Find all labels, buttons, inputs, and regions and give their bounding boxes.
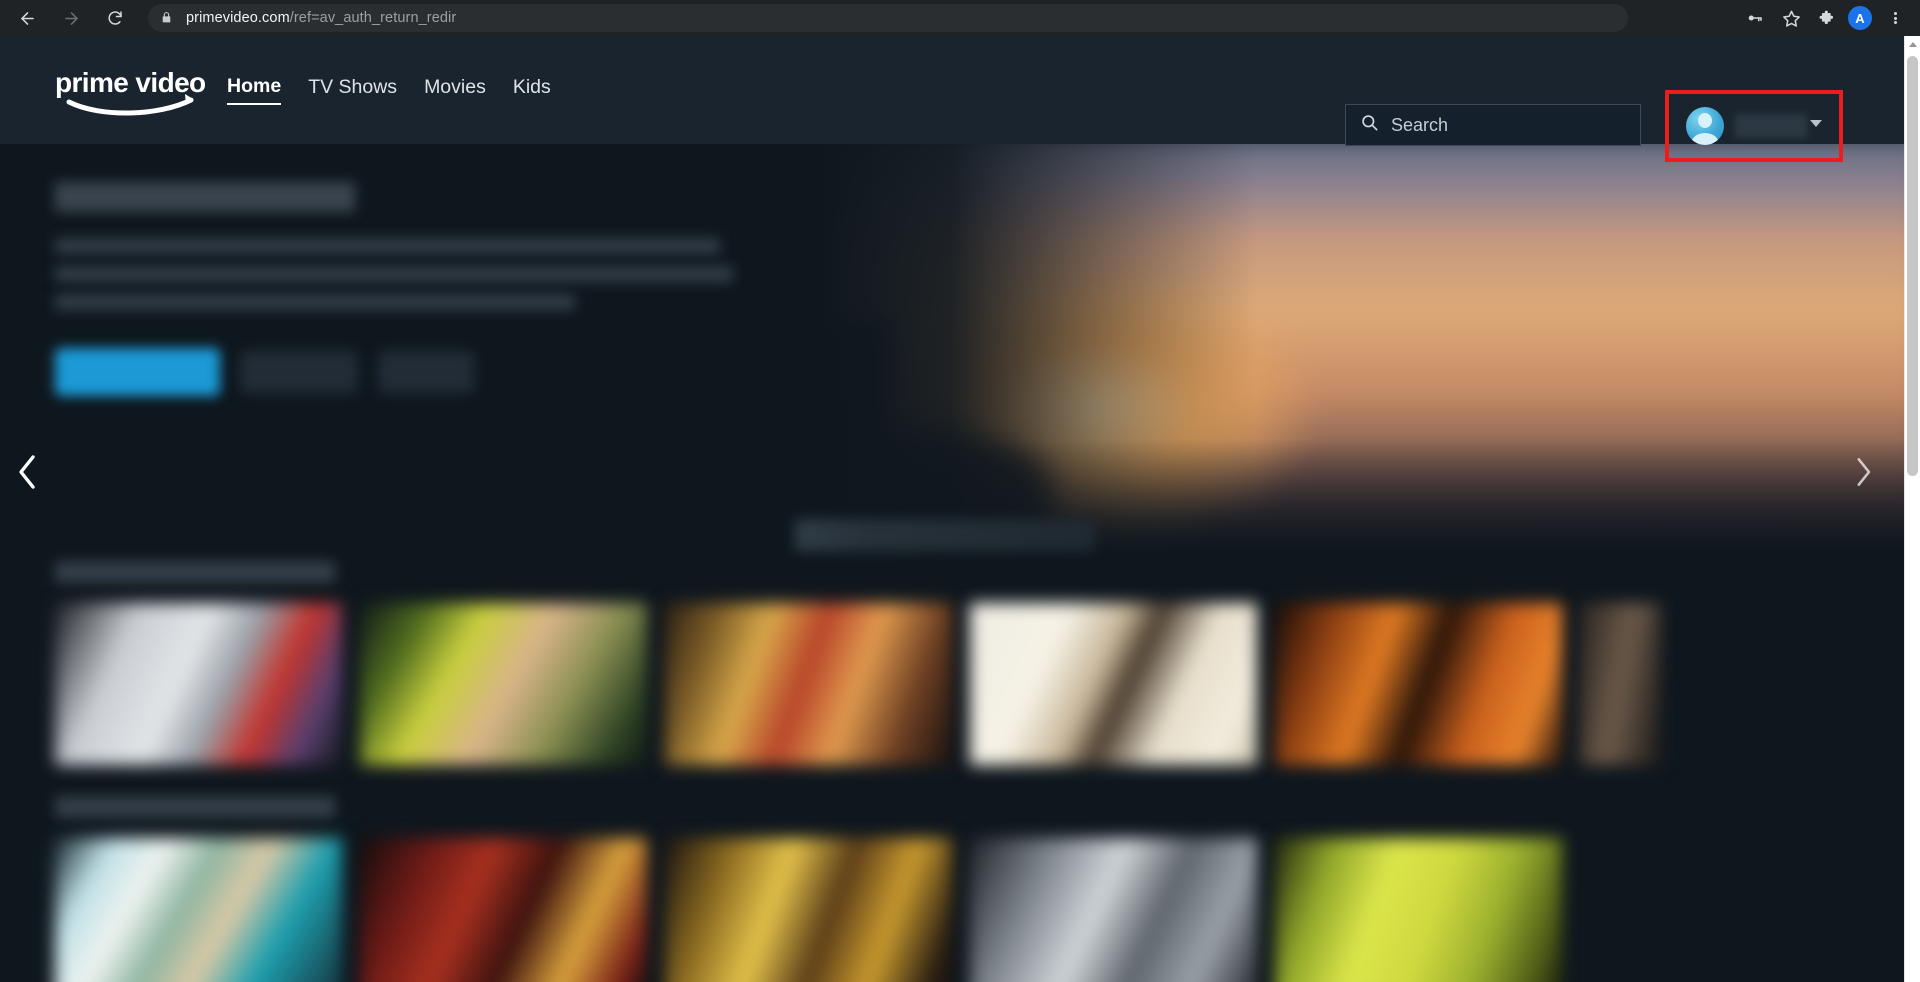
back-arrow-icon[interactable] bbox=[12, 3, 42, 33]
hero-action-buttons bbox=[55, 348, 895, 396]
search-placeholder: Search bbox=[1391, 114, 1449, 135]
title-card[interactable] bbox=[1580, 603, 1660, 765]
hero-description-line bbox=[55, 238, 720, 254]
lock-icon bbox=[160, 11, 174, 25]
title-card[interactable] bbox=[1275, 838, 1562, 982]
chrome-profile-avatar[interactable]: A bbox=[1848, 6, 1872, 30]
url-path: /ref=av_auth_return_redir bbox=[289, 10, 457, 26]
play-button[interactable] bbox=[55, 348, 220, 396]
info-button[interactable] bbox=[378, 351, 474, 393]
key-icon[interactable] bbox=[1740, 3, 1770, 33]
title-card[interactable] bbox=[970, 838, 1257, 982]
title-card[interactable] bbox=[55, 838, 342, 982]
content-row-1 bbox=[0, 561, 1904, 811]
browser-toolbar: primevideo.com/ref=av_auth_return_redir … bbox=[0, 0, 1920, 36]
page-scrollbar[interactable] bbox=[1904, 36, 1920, 982]
page-viewport: prime video Home TV Shows Movies Kids Se… bbox=[0, 36, 1904, 982]
hero-title bbox=[55, 182, 355, 212]
svg-text:prime video: prime video bbox=[55, 67, 205, 98]
url-host: primevideo.com bbox=[186, 10, 290, 26]
content-row-2 bbox=[0, 796, 1904, 982]
hero-badge bbox=[795, 519, 1095, 551]
chevron-right-icon[interactable] bbox=[1840, 442, 1886, 502]
nav-item-tv-shows[interactable]: TV Shows bbox=[308, 76, 397, 104]
card-carousel bbox=[55, 838, 1562, 982]
profile-menu[interactable] bbox=[1672, 98, 1836, 154]
row-title bbox=[55, 796, 335, 818]
search-box[interactable]: Search bbox=[1345, 104, 1641, 146]
title-card[interactable] bbox=[1275, 603, 1562, 765]
row-title bbox=[55, 561, 335, 583]
title-card[interactable] bbox=[665, 838, 952, 982]
address-bar[interactable]: primevideo.com/ref=av_auth_return_redir bbox=[148, 4, 1628, 32]
browser-toolbar-actions: A bbox=[1740, 0, 1920, 36]
hero-content bbox=[55, 182, 895, 396]
url-text: primevideo.com/ref=av_auth_return_redir bbox=[186, 10, 456, 26]
reload-icon[interactable] bbox=[100, 3, 130, 33]
title-card[interactable] bbox=[665, 603, 952, 765]
scroll-up-arrow-icon[interactable] bbox=[1905, 36, 1920, 53]
site-header: prime video Home TV Shows Movies Kids Se… bbox=[0, 36, 1904, 146]
title-card[interactable] bbox=[970, 603, 1257, 765]
title-card[interactable] bbox=[55, 603, 342, 765]
user-avatar-icon bbox=[1686, 107, 1724, 145]
prime-video-logo[interactable]: prime video bbox=[55, 62, 205, 118]
nav-item-kids[interactable]: Kids bbox=[513, 76, 551, 104]
card-carousel bbox=[55, 603, 1660, 765]
chevron-down-icon[interactable] bbox=[1810, 120, 1822, 127]
nav-item-home[interactable]: Home bbox=[227, 75, 282, 105]
star-icon[interactable] bbox=[1776, 3, 1806, 33]
title-card[interactable] bbox=[360, 603, 647, 765]
nav-item-movies[interactable]: Movies bbox=[424, 76, 486, 104]
chevron-left-icon[interactable] bbox=[4, 442, 50, 502]
kebab-menu-icon[interactable] bbox=[1880, 3, 1910, 33]
title-card[interactable] bbox=[360, 838, 647, 982]
puzzle-icon[interactable] bbox=[1812, 3, 1842, 33]
site-nav: Home TV Shows Movies Kids bbox=[227, 75, 551, 105]
hero-description-line bbox=[55, 266, 733, 282]
search-icon bbox=[1360, 113, 1379, 137]
forward-arrow-icon[interactable] bbox=[56, 3, 86, 33]
scroll-thumb[interactable] bbox=[1907, 56, 1918, 476]
hero-banner bbox=[0, 144, 1904, 569]
hero-description-line bbox=[55, 294, 575, 310]
watchlist-button[interactable] bbox=[240, 351, 358, 393]
profile-name bbox=[1735, 114, 1807, 138]
